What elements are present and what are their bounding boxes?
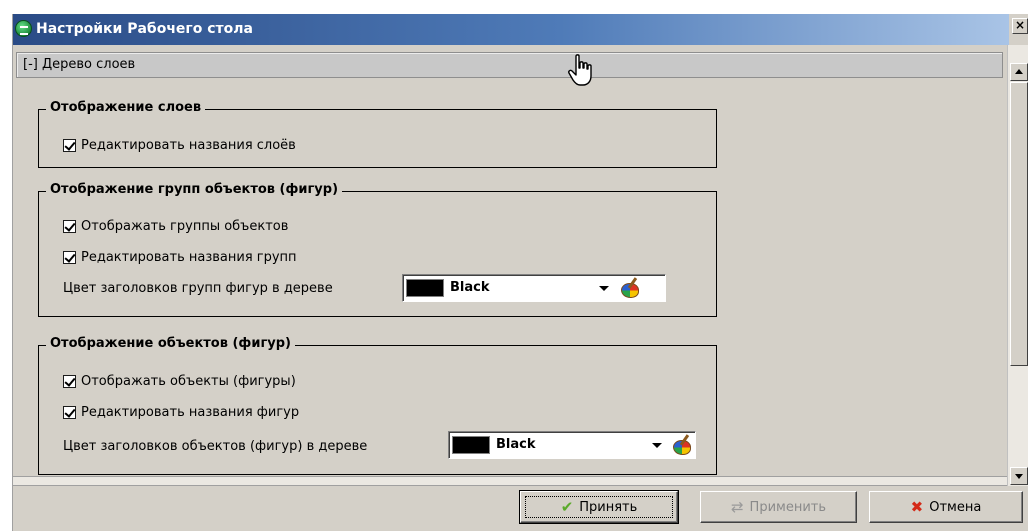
- settings-dialog: Настройки Рабочего стола × [-] Дерево сл…: [12, 14, 1028, 531]
- cross-icon: ✖: [910, 497, 924, 516]
- settings-content: [-] Дерево слоев Отображение слоев Редак…: [13, 45, 1007, 476]
- show-groups-label: Отображать группы объектов: [81, 218, 289, 234]
- edit-object-names-option[interactable]: Редактировать названия фигур: [63, 403, 299, 421]
- hand-pointer-icon: [568, 54, 592, 86]
- chevron-down-icon[interactable]: [652, 443, 662, 448]
- scrollbar-thumb[interactable]: [1010, 82, 1028, 366]
- groups-group-legend: Отображение групп объектов (фигур): [46, 182, 343, 197]
- cancel-button[interactable]: ✖ Отмена: [869, 491, 1023, 523]
- objects-display-group: Отображение объектов (фигур) Отображать …: [38, 336, 717, 475]
- show-groups-option[interactable]: Отображать группы объектов: [63, 217, 288, 235]
- scroll-up-arrow-icon[interactable]: [1010, 63, 1028, 81]
- edit-layer-names-label: Редактировать названия слоёв: [81, 137, 296, 153]
- cancel-button-label: Отмена: [929, 499, 982, 515]
- show-objects-option[interactable]: Отображать объекты (фигуры): [63, 372, 296, 390]
- object-groups-display-group: Отображение групп объектов (фигур) Отобр…: [38, 182, 717, 317]
- group-color-value: Black: [450, 280, 490, 295]
- show-objects-label: Отображать объекты (фигуры): [81, 373, 296, 389]
- refresh-icon: ⇄: [730, 497, 744, 516]
- object-color-value: Black: [496, 437, 536, 452]
- focus-rect: [525, 496, 673, 518]
- layers-display-group: Отображение слоев Редактировать названия…: [38, 100, 717, 168]
- horizontal-divider: [13, 476, 1007, 486]
- group-color-swatch: [406, 279, 444, 297]
- edit-group-names-option[interactable]: Редактировать названия групп: [63, 248, 297, 266]
- layer-tree-section-toggle[interactable]: [-] Дерево слоев: [16, 52, 1003, 78]
- edit-object-names-label: Редактировать названия фигур: [81, 404, 300, 420]
- group-header-color-select[interactable]: Black: [402, 274, 666, 302]
- apply-button[interactable]: ⇄ Применить: [700, 491, 857, 523]
- edit-object-names-checkbox[interactable]: [63, 405, 76, 419]
- group-header-color-label: Цвет заголовков групп фигур в дереве: [63, 281, 333, 296]
- close-button[interactable]: ×: [1012, 18, 1028, 34]
- vertical-scrollbar[interactable]: [1007, 45, 1028, 491]
- object-header-color-select[interactable]: Black: [448, 431, 696, 459]
- title-bar[interactable]: Настройки Рабочего стола: [13, 14, 1009, 45]
- layers-group-legend: Отображение слоев: [46, 100, 206, 115]
- show-groups-checkbox[interactable]: [63, 219, 76, 233]
- palette-icon[interactable]: [671, 434, 693, 456]
- palette-icon[interactable]: [619, 277, 641, 299]
- window-title: Настройки Рабочего стола: [36, 21, 253, 37]
- object-color-swatch: [452, 436, 490, 454]
- chevron-down-icon[interactable]: [599, 286, 609, 291]
- edit-group-names-checkbox[interactable]: [63, 250, 76, 264]
- edit-layer-names-checkbox[interactable]: [63, 138, 76, 152]
- app-icon: [15, 20, 32, 37]
- close-icon: ×: [1014, 18, 1026, 32]
- edit-layer-names-option[interactable]: Редактировать названия слоёв: [63, 136, 296, 154]
- dialog-footer: ✔ Принять ⇄ Применить ✖ Отмена: [13, 486, 1028, 531]
- edit-group-names-label: Редактировать названия групп: [81, 249, 297, 265]
- object-header-color-label: Цвет заголовков объектов (фигур) в дерев…: [63, 439, 368, 454]
- scroll-down-arrow-icon[interactable]: [1010, 467, 1028, 485]
- apply-button-label: Применить: [749, 499, 827, 515]
- show-objects-checkbox[interactable]: [63, 374, 76, 388]
- objects-group-legend: Отображение объектов (фигур): [46, 336, 295, 351]
- accept-button[interactable]: ✔ Принять: [519, 490, 679, 524]
